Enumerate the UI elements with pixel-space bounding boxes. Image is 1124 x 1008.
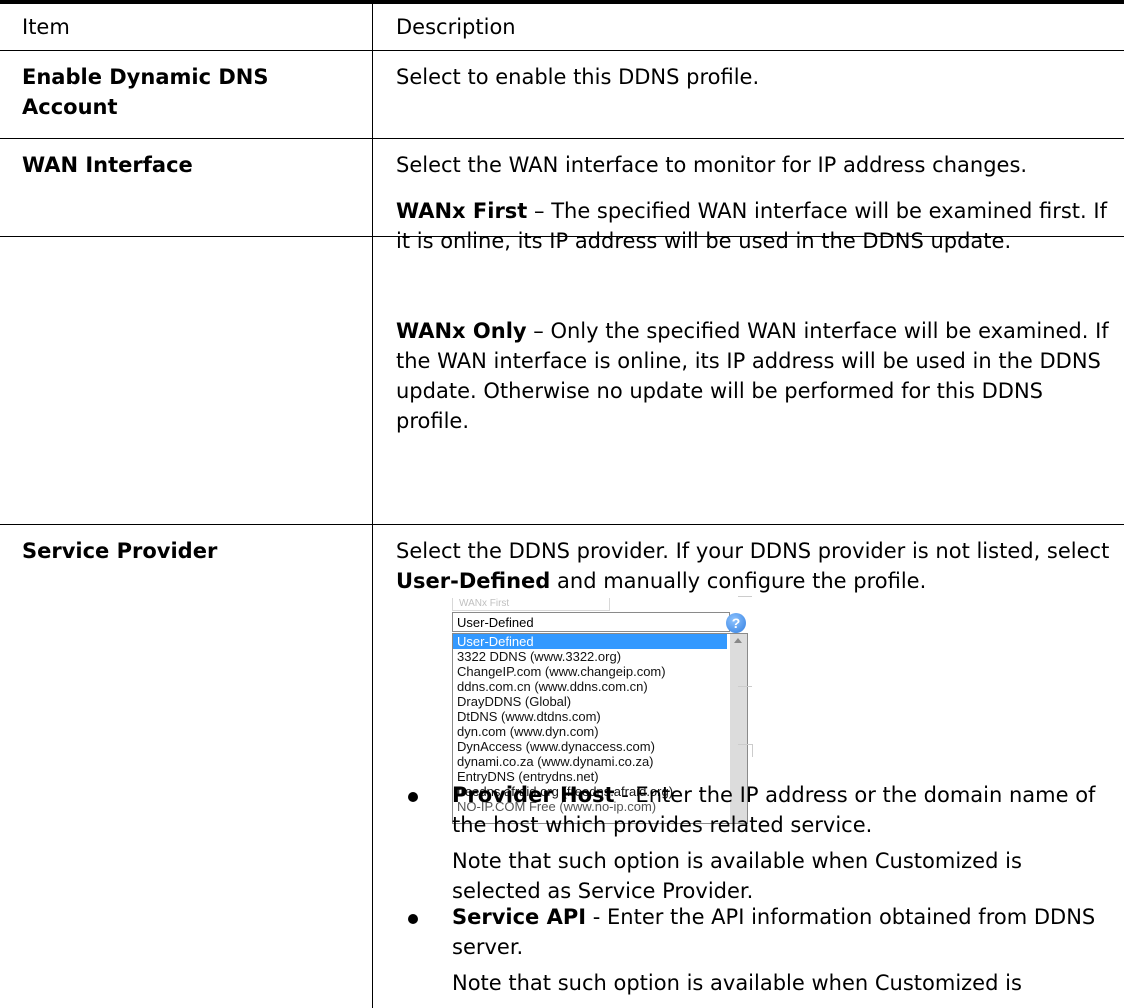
header-description: Description (396, 15, 516, 39)
service-api-term: Service API (452, 905, 587, 929)
description-wan-interface: Select the WAN interface to monitor for … (396, 153, 1028, 177)
provider-host-description: Provider Host - Enter the IP address or … (452, 780, 1102, 840)
dropdown-option[interactable]: dyn.com (www.dyn.com) (453, 724, 727, 739)
row-divider (0, 524, 1124, 525)
dropdown-option[interactable]: DynAccess (www.dynaccess.com) (453, 739, 727, 754)
service-provider-pre: Select the DDNS provider. If your DDNS p… (396, 539, 1110, 563)
dropdown-option[interactable]: dynami.co.za (www.dynami.co.za) (453, 754, 727, 769)
provider-host-term: Provider Host (452, 783, 615, 807)
description-enable-dynamic-dns: Select to enable this DDNS profile. (396, 65, 760, 89)
item-wan-interface: WAN Interface (22, 153, 193, 177)
wan-select-ghost: WANx First (452, 598, 610, 611)
table-top-border (0, 0, 1124, 4)
bullet-icon (408, 914, 418, 924)
background-line (738, 596, 752, 597)
row-divider (0, 138, 1124, 139)
background-line (738, 744, 753, 757)
service-api-note: Note that such option is available when … (452, 971, 1022, 995)
wanx-first-description: WANx First – The specified WAN interface… (396, 196, 1118, 256)
wanx-only-description: WANx Only – Only the specified WAN inter… (396, 316, 1118, 436)
background-line (738, 686, 752, 687)
dropdown-option[interactable]: ddns.com.cn (www.ddns.com.cn) (453, 679, 727, 694)
dropdown-option[interactable]: DrayDDNS (Global) (453, 694, 727, 709)
column-divider (372, 4, 373, 1008)
user-defined-term: User-Defined (396, 569, 551, 593)
provider-host-note: Note that such option is available when … (452, 849, 1022, 903)
wanx-first-term: WANx First (396, 199, 528, 223)
header-divider (0, 50, 1124, 51)
help-icon[interactable]: ? (726, 613, 746, 633)
header-item: Item (22, 15, 70, 39)
service-api-description: Service API - Enter the API information … (452, 902, 1102, 962)
item-enable-dynamic-dns: Enable Dynamic DNS Account (22, 65, 269, 119)
dropdown-option[interactable]: User-Defined (453, 634, 727, 649)
dropdown-option[interactable]: 3322 DDNS (www.3322.org) (453, 649, 727, 664)
dropdown-option[interactable]: ChangeIP.com (www.changeip.com) (453, 664, 727, 679)
scroll-up-arrow-icon[interactable] (734, 638, 742, 643)
service-provider-select[interactable]: User-Defined (452, 612, 730, 632)
item-service-provider: Service Provider (22, 539, 218, 563)
bullet-icon (408, 792, 418, 802)
wanx-only-term: WANx Only (396, 319, 527, 343)
description-service-provider: Select the DDNS provider. If your DDNS p… (396, 536, 1118, 596)
dropdown-option[interactable]: DtDNS (www.dtdns.com) (453, 709, 727, 724)
service-provider-post: and manually configure the profile. (550, 569, 927, 593)
